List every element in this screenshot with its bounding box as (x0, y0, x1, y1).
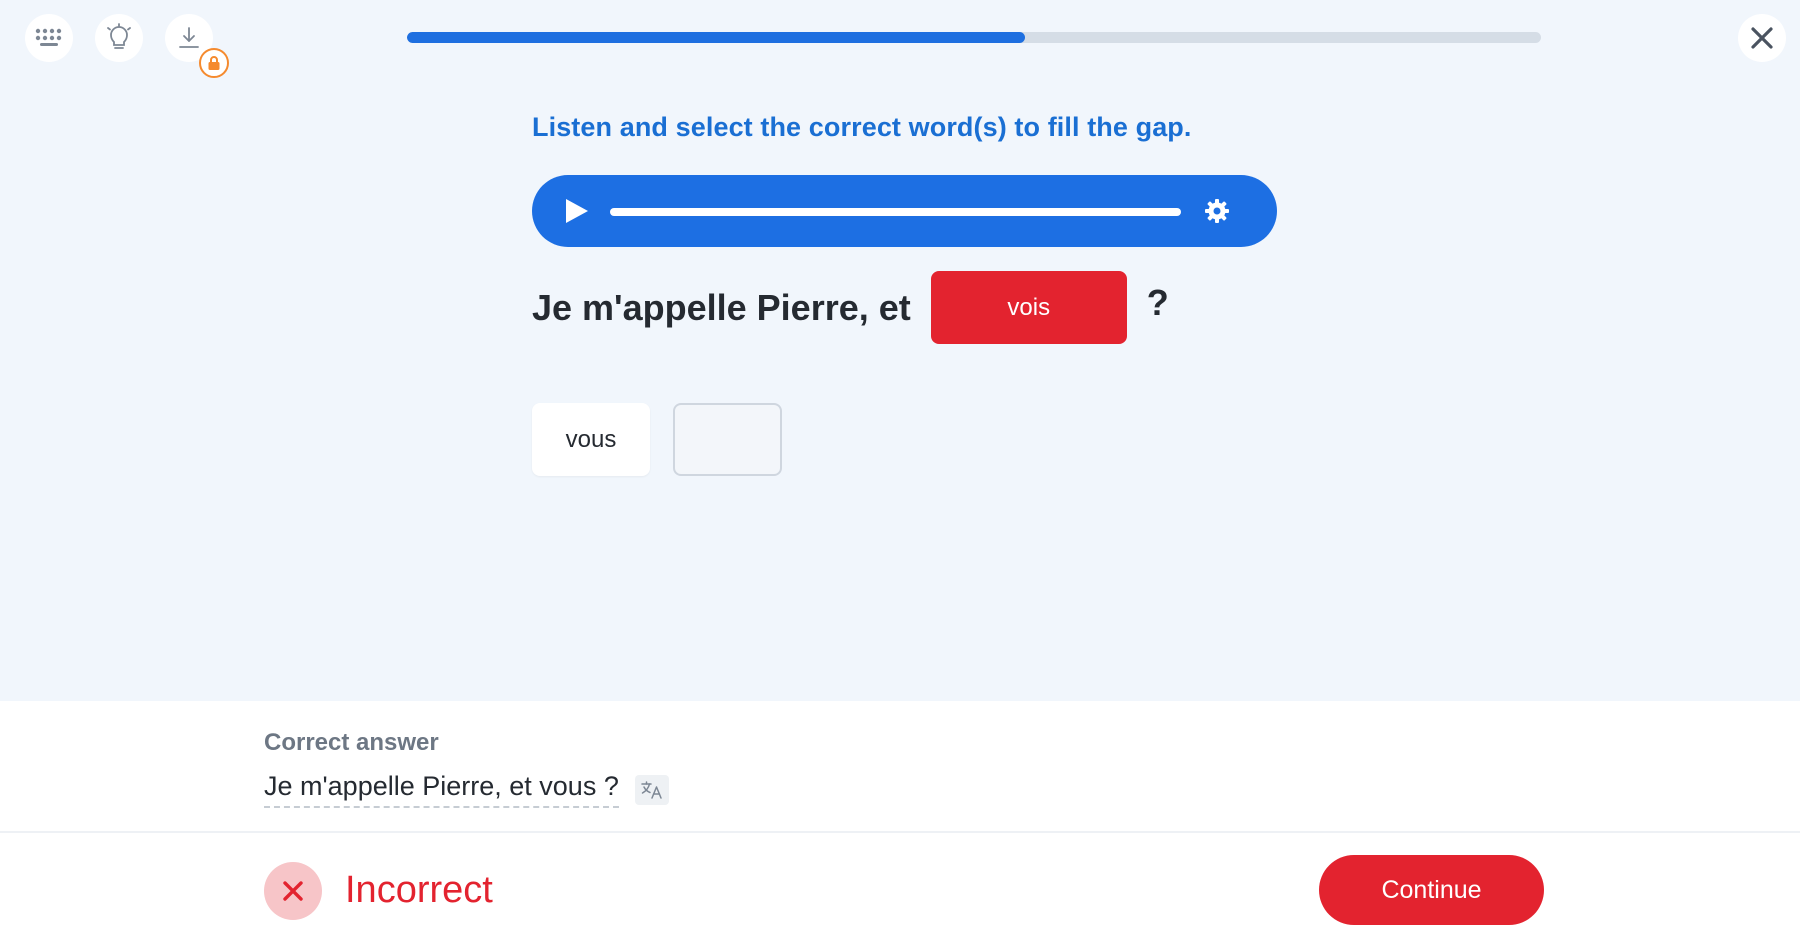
option-vous[interactable]: vous (532, 403, 650, 476)
translate-icon (641, 780, 662, 799)
keypad-icon (35, 28, 62, 46)
instruction-text: Listen and select the correct word(s) to… (532, 112, 1192, 142)
correct-answer-label: Correct answer (264, 729, 439, 756)
translate-button[interactable] (634, 774, 669, 805)
top-toolbar (25, 14, 229, 78)
audio-scrubber[interactable] (610, 208, 1181, 216)
lock-icon (208, 56, 220, 70)
result-label: Incorrect (345, 869, 493, 911)
correct-answer-text[interactable]: Je m'appelle Pierre, et vous ? (264, 771, 619, 808)
continue-button[interactable]: Continue (1319, 855, 1544, 925)
lock-badge (199, 48, 229, 78)
hint-button[interactable] (95, 14, 143, 62)
gear-icon[interactable] (1203, 197, 1231, 225)
download-button[interactable] (165, 14, 229, 78)
selected-answer-chip[interactable]: vois (930, 271, 1127, 344)
correct-answer-row: Je m'appelle Pierre, et vous ? (264, 771, 669, 808)
audio-player (532, 175, 1277, 247)
correct-answer-section: Correct answer Je m'appelle Pierre, et v… (264, 729, 669, 808)
sentence: Je m'appelle Pierre, et vois ? (532, 271, 1169, 344)
x-icon (283, 881, 303, 901)
option-empty-slot (673, 403, 782, 476)
lesson-progress-bar (407, 32, 1541, 43)
progress-fill (407, 32, 1026, 43)
keypad-button[interactable] (25, 14, 73, 62)
download-icon (179, 27, 199, 48)
incorrect-badge (264, 862, 322, 920)
answer-options: vous (532, 403, 782, 476)
feedback-divider (0, 831, 1800, 833)
feedback-panel: Correct answer Je m'appelle Pierre, et v… (0, 701, 1800, 938)
play-icon[interactable] (562, 197, 592, 225)
sentence-suffix: ? (1146, 281, 1169, 323)
lightbulb-icon (107, 23, 131, 49)
sentence-prefix: Je m'appelle Pierre, et (532, 286, 911, 328)
close-icon (1751, 27, 1773, 49)
close-button[interactable] (1738, 14, 1786, 62)
